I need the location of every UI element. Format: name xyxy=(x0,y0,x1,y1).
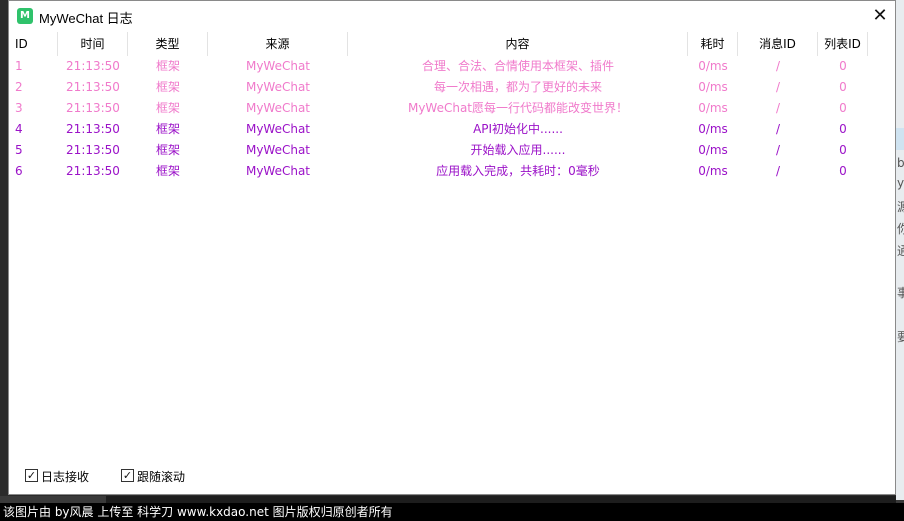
background-app-glyph: 通 xyxy=(897,244,904,258)
cell-source: MyWeChat xyxy=(245,59,311,73)
cell-content: 开始载入应用...... xyxy=(470,143,566,157)
cell-cost: 0/ms xyxy=(698,80,728,94)
checkbox-check-icon[interactable]: ✓ xyxy=(121,469,134,482)
background-app-glyph: y xyxy=(897,176,904,190)
column-header-cost[interactable]: 耗时 xyxy=(688,32,738,56)
log-window: M MyWeChat 日志 ✕ ID 时间 类型 来源 内容 耗时 消息ID 列… xyxy=(8,0,896,495)
cell-type: 框架 xyxy=(155,59,180,73)
cell-msg-id: / xyxy=(775,80,781,94)
cell-time: 21:13:50 xyxy=(66,59,120,73)
cell-type: 框架 xyxy=(155,164,180,178)
cell-cost: 0/ms xyxy=(698,143,728,157)
cell-time: 21:13:50 xyxy=(66,164,120,178)
title-bar[interactable]: M MyWeChat 日志 ✕ xyxy=(9,1,895,32)
cell-time: 21:13:50 xyxy=(66,101,120,115)
cell-content: 合理、合法、合情使用本框架、插件 xyxy=(421,59,614,73)
cell-list-id: 0 xyxy=(839,80,847,94)
cell-cost: 0/ms xyxy=(698,122,728,136)
background-app-band xyxy=(896,128,904,150)
cell-type: 框架 xyxy=(155,80,180,94)
cell-source: MyWeChat xyxy=(245,122,311,136)
cell-msg-id: / xyxy=(775,122,781,136)
background-app-strip: b y 源 你 通 事 要 xyxy=(896,0,904,500)
cell-source: MyWeChat xyxy=(245,80,311,94)
cell-source: MyWeChat xyxy=(245,164,311,178)
column-header-content[interactable]: 内容 xyxy=(348,32,688,56)
cell-content: 每一次相遇，都为了更好的未来 xyxy=(433,80,602,94)
column-header-list-id[interactable]: 列表ID xyxy=(818,32,868,56)
background-app-glyph: b xyxy=(897,156,904,170)
upload-watermark: 该图片由 by风晨 上传至 科学刀 www.kxdao.net 图片版权归原创者… xyxy=(0,503,904,521)
table-row[interactable]: 1 21:13:50 框架 MyWeChat 合理、合法、合情使用本框架、插件 … xyxy=(9,56,895,77)
close-button[interactable]: ✕ xyxy=(867,4,893,28)
cell-id: 6 xyxy=(15,164,23,178)
cell-msg-id: / xyxy=(775,59,781,73)
cell-list-id: 0 xyxy=(839,101,847,115)
table-row[interactable]: 2 21:13:50 框架 MyWeChat 每一次相遇，都为了更好的未来 0/… xyxy=(9,77,895,98)
cell-content: API初始化中...... xyxy=(473,122,563,136)
cell-msg-id: / xyxy=(775,101,781,115)
cell-id: 5 xyxy=(15,143,23,157)
column-header-time[interactable]: 时间 xyxy=(58,32,128,56)
cell-cost: 0/ms xyxy=(698,101,728,115)
cell-type: 框架 xyxy=(155,122,180,136)
cell-type: 框架 xyxy=(155,143,180,157)
cell-list-id: 0 xyxy=(839,59,847,73)
follow-scroll-label: 跟随滚动 xyxy=(137,470,186,484)
table-row[interactable]: 6 21:13:50 框架 MyWeChat 应用载入完成，共耗时：0毫秒 0/… xyxy=(9,161,895,182)
cell-content: MyWeChat愿每一行代码都能改变世界！ xyxy=(407,101,629,115)
cell-msg-id: / xyxy=(775,164,781,178)
cell-id: 2 xyxy=(15,80,23,94)
cell-list-id: 0 xyxy=(839,143,847,157)
column-header-id[interactable]: ID xyxy=(9,32,58,56)
cell-list-id: 0 xyxy=(839,164,847,178)
log-receive-label: 日志接收 xyxy=(41,470,90,484)
app-logo-icon: M xyxy=(17,8,33,24)
checkbox-check-icon[interactable]: ✓ xyxy=(25,469,38,482)
background-app-glyph: 你 xyxy=(897,222,904,236)
background-app-glyph: 事 xyxy=(897,286,904,300)
cell-list-id: 0 xyxy=(839,122,847,136)
cell-content: 应用载入完成，共耗时：0毫秒 xyxy=(436,164,600,178)
cell-source: MyWeChat xyxy=(245,101,311,115)
background-app-glyph: 源 xyxy=(897,200,904,214)
cell-time: 21:13:50 xyxy=(66,122,120,136)
background-app-glyph: 要 xyxy=(897,330,904,344)
cell-id: 4 xyxy=(15,122,23,136)
cell-cost: 0/ms xyxy=(698,59,728,73)
cell-msg-id: / xyxy=(775,143,781,157)
window-title: MyWeChat 日志 xyxy=(39,11,133,26)
column-header-type[interactable]: 类型 xyxy=(128,32,208,56)
cell-cost: 0/ms xyxy=(698,164,728,178)
log-options: ✓ 日志接收 ✓ 跟随滚动 xyxy=(9,464,895,486)
column-header-msg-id[interactable]: 消息ID xyxy=(738,32,818,56)
column-header-source[interactable]: 来源 xyxy=(208,32,348,56)
table-row[interactable]: 4 21:13:50 框架 MyWeChat API初始化中...... 0/m… xyxy=(9,119,895,140)
cell-time: 21:13:50 xyxy=(66,143,120,157)
log-table-header: ID 时间 类型 来源 内容 耗时 消息ID 列表ID xyxy=(9,32,895,56)
table-row[interactable]: 5 21:13:50 框架 MyWeChat 开始载入应用...... 0/ms… xyxy=(9,140,895,161)
cell-type: 框架 xyxy=(155,101,180,115)
cell-id: 3 xyxy=(15,101,23,115)
cell-time: 21:13:50 xyxy=(66,80,120,94)
cell-id: 1 xyxy=(15,59,23,73)
table-row[interactable]: 3 21:13:50 框架 MyWeChat MyWeChat愿每一行代码都能改… xyxy=(9,98,895,119)
cell-source: MyWeChat xyxy=(245,143,311,157)
